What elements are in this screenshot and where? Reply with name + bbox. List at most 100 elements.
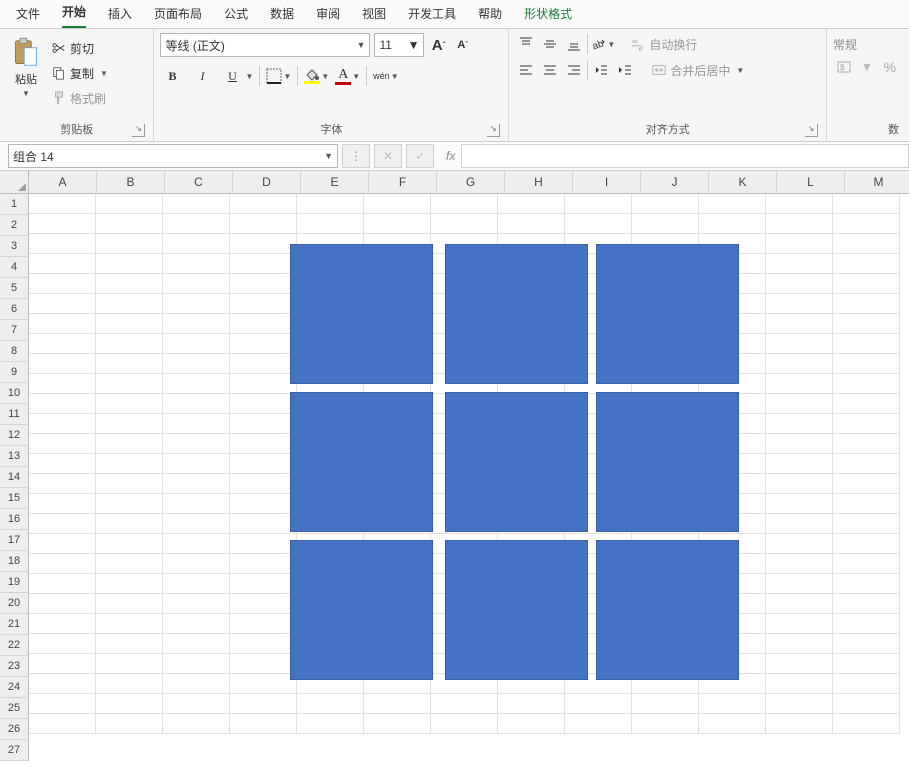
cell[interactable] (230, 494, 297, 514)
cell[interactable] (431, 194, 498, 214)
cell[interactable] (96, 254, 163, 274)
cell[interactable] (96, 434, 163, 454)
cell[interactable] (833, 194, 900, 214)
cell[interactable] (230, 614, 297, 634)
cell[interactable] (498, 194, 565, 214)
cell[interactable] (632, 694, 699, 714)
select-all-corner[interactable] (0, 171, 29, 194)
shape-rect-9[interactable] (596, 540, 739, 680)
dialog-launcher-icon[interactable]: ↘ (487, 124, 500, 137)
cell[interactable] (29, 574, 96, 594)
cell[interactable] (833, 534, 900, 554)
cell[interactable] (163, 314, 230, 334)
cell[interactable] (96, 394, 163, 414)
cell[interactable] (29, 694, 96, 714)
orientation-button[interactable]: ab ▼ (590, 36, 615, 52)
cell[interactable] (163, 554, 230, 574)
cell[interactable] (766, 554, 833, 574)
cell[interactable] (163, 434, 230, 454)
cell[interactable] (230, 594, 297, 614)
cell[interactable] (230, 254, 297, 274)
cell[interactable] (833, 254, 900, 274)
chevron-down-icon[interactable]: ▼ (408, 38, 420, 52)
underline-button[interactable]: U (220, 64, 244, 88)
cell[interactable] (230, 314, 297, 334)
cell[interactable] (29, 354, 96, 374)
cell[interactable] (565, 214, 632, 234)
cell[interactable] (230, 414, 297, 434)
cell[interactable] (766, 654, 833, 674)
cell[interactable] (29, 594, 96, 614)
cell[interactable] (29, 274, 96, 294)
cell[interactable] (699, 714, 766, 734)
cell[interactable] (29, 654, 96, 674)
cell[interactable] (29, 634, 96, 654)
borders-button[interactable]: ▼ (266, 68, 291, 84)
col-header-J[interactable]: J (641, 171, 709, 194)
cell[interactable] (163, 634, 230, 654)
cell[interactable] (297, 194, 364, 214)
chevron-down-icon[interactable]: ▼ (324, 151, 333, 161)
cell[interactable] (766, 674, 833, 694)
chevron-down-icon[interactable]: ▼ (607, 40, 615, 49)
cell[interactable] (163, 354, 230, 374)
cell[interactable] (163, 454, 230, 474)
row-header-1[interactable]: 1 (0, 194, 29, 215)
cell[interactable] (431, 214, 498, 234)
row-header-2[interactable]: 2 (0, 215, 29, 236)
cell[interactable] (96, 714, 163, 734)
col-header-K[interactable]: K (709, 171, 777, 194)
tab-形状格式[interactable]: 形状格式 (524, 0, 572, 28)
cell[interactable] (766, 274, 833, 294)
cell[interactable] (29, 314, 96, 334)
cell[interactable] (230, 534, 297, 554)
cell[interactable] (96, 334, 163, 354)
cell[interactable] (833, 614, 900, 634)
cell[interactable] (230, 194, 297, 214)
cell[interactable] (29, 234, 96, 254)
cell[interactable] (230, 674, 297, 694)
row-header-17[interactable]: 17 (0, 530, 29, 551)
chevron-down-icon[interactable]: ▼ (357, 40, 366, 50)
tab-页面布局[interactable]: 页面布局 (154, 0, 202, 28)
fx-label[interactable]: fx (446, 149, 455, 163)
cell[interactable] (766, 434, 833, 454)
cell[interactable] (163, 574, 230, 594)
cell[interactable] (29, 714, 96, 734)
cell[interactable] (163, 514, 230, 534)
decrease-indent-button[interactable] (590, 59, 612, 81)
cell[interactable] (833, 454, 900, 474)
cell[interactable] (565, 194, 632, 214)
italic-button[interactable]: I (190, 64, 214, 88)
format-painter-button[interactable]: 格式刷 (52, 87, 108, 109)
cell[interactable] (230, 374, 297, 394)
cell[interactable] (833, 314, 900, 334)
cell[interactable] (163, 714, 230, 734)
cell[interactable] (163, 334, 230, 354)
cell[interactable] (833, 494, 900, 514)
cell[interactable] (833, 634, 900, 654)
cell[interactable] (833, 554, 900, 574)
cell[interactable] (96, 374, 163, 394)
cell[interactable] (766, 374, 833, 394)
shape-rect-8[interactable] (445, 540, 588, 680)
row-header-11[interactable]: 11 (0, 404, 29, 425)
cell[interactable] (29, 474, 96, 494)
cell[interactable] (632, 194, 699, 214)
tab-开发工具[interactable]: 开发工具 (408, 0, 456, 28)
row-header-4[interactable]: 4 (0, 257, 29, 278)
cell[interactable] (230, 474, 297, 494)
shape-rect-2[interactable] (445, 244, 588, 384)
cell[interactable] (96, 694, 163, 714)
row-header-25[interactable]: 25 (0, 698, 29, 719)
cell[interactable] (766, 594, 833, 614)
row-header-16[interactable]: 16 (0, 509, 29, 530)
cell[interactable] (699, 214, 766, 234)
cell[interactable] (163, 214, 230, 234)
cell[interactable] (364, 694, 431, 714)
cell[interactable] (29, 554, 96, 574)
chevron-down-icon[interactable]: ▼ (861, 60, 873, 74)
row-header-13[interactable]: 13 (0, 446, 29, 467)
cell[interactable] (766, 614, 833, 634)
cell[interactable] (833, 334, 900, 354)
